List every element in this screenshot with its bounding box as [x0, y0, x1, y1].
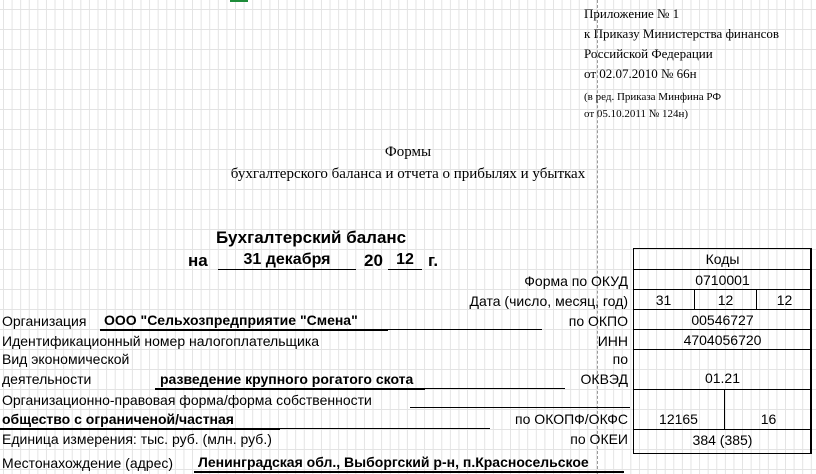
date-label: Дата (число, месяц, год) — [469, 293, 628, 309]
annex-line-1: Приложение № 1 — [584, 6, 680, 21]
codes-okei[interactable]: 384 (385) — [633, 430, 812, 450]
codes-okved[interactable]: 01.21 — [633, 350, 812, 390]
codes-okud[interactable]: 0710001 — [633, 270, 812, 290]
legal-form-underline — [410, 407, 630, 408]
codes-inn[interactable]: 4704056720 — [633, 330, 812, 350]
balance-year-unit: г. — [428, 251, 439, 270]
inn-long-label: Идентификационный номер налогоплательщик… — [2, 333, 320, 349]
balance-title: Бухгалтерский баланс — [216, 228, 407, 247]
legal-form-value[interactable]: общество с ограниченой/частная — [2, 411, 234, 427]
annex-line-3: Российской Федерации — [584, 46, 713, 61]
okei-label: по ОКЕИ — [570, 431, 628, 447]
forms-title-line-2: бухгалтерского баланса и отчета о прибыл… — [230, 166, 586, 182]
org-underline-rest — [388, 329, 542, 330]
okpo-label: по ОКПО — [568, 313, 628, 329]
codes-okopf[interactable]: 12165 — [633, 390, 725, 429]
activity-label-2: деятельности — [2, 371, 92, 387]
address-underline — [194, 471, 624, 473]
forms-title-line-1: Формы — [384, 144, 432, 160]
codes-header: Коды — [633, 248, 812, 270]
selected-cell-marker — [230, 0, 248, 2]
activity-label-1: Вид экономической — [2, 351, 130, 367]
okved-label: ОКВЭД — [580, 371, 628, 387]
legal-form-value-underline-rest — [280, 428, 490, 429]
address-value[interactable]: Ленинградская обл., Выборгский р-н, п.Кр… — [198, 454, 589, 470]
balance-year[interactable]: 12 — [388, 251, 422, 270]
codes-okpo[interactable]: 00546727 — [633, 310, 812, 330]
annex-note-2: от 05.10.2011 № 124н) — [584, 108, 689, 120]
codes-date-row: 31 12 12 — [633, 290, 812, 310]
okud-label: Форма по ОКУД — [524, 273, 628, 289]
codes-okopf-row: 12165 16 — [633, 390, 812, 430]
unit-label: Единица измерения: тыс. руб. (млн. руб.) — [2, 431, 272, 447]
codes-okfs[interactable]: 16 — [725, 390, 812, 429]
annex-note-1: (в ред. Приказа Минфина РФ — [584, 91, 722, 103]
balance-date-prefix: на — [188, 251, 208, 270]
codes-table: Коды 0710001 31 12 12 00546727 470405672… — [633, 248, 812, 450]
balance-year-prefix: 20 — [364, 251, 383, 270]
org-underline — [100, 329, 388, 331]
activity-underline — [155, 388, 425, 390]
activity-value[interactable]: разведение крупного рогатого скота — [160, 371, 413, 387]
activity-underline-rest — [425, 388, 565, 389]
address-label: Местонахождение (адрес) — [2, 455, 174, 471]
codes-date-day[interactable]: 31 — [633, 290, 695, 309]
okopf-label: по ОКОПФ/ОКФС — [515, 411, 628, 427]
legal-form-value-underline — [0, 428, 280, 430]
annex-line-4: от 02.07.2010 № 66н — [584, 66, 697, 81]
balance-date[interactable]: 31 декабря — [218, 251, 356, 270]
po-label: по — [612, 351, 628, 367]
legal-form-label: Организационно-правовая форма/форма собс… — [2, 392, 372, 408]
org-label: Организация — [2, 313, 87, 329]
inn-label: ИНН — [597, 333, 628, 349]
org-value[interactable]: ООО "Сельхозпредприятие "Смена" — [104, 312, 358, 328]
codes-date-year[interactable]: 12 — [757, 290, 812, 309]
annex-line-2: к Приказу Министерства финансов — [584, 26, 779, 41]
codes-date-month[interactable]: 12 — [695, 290, 757, 309]
